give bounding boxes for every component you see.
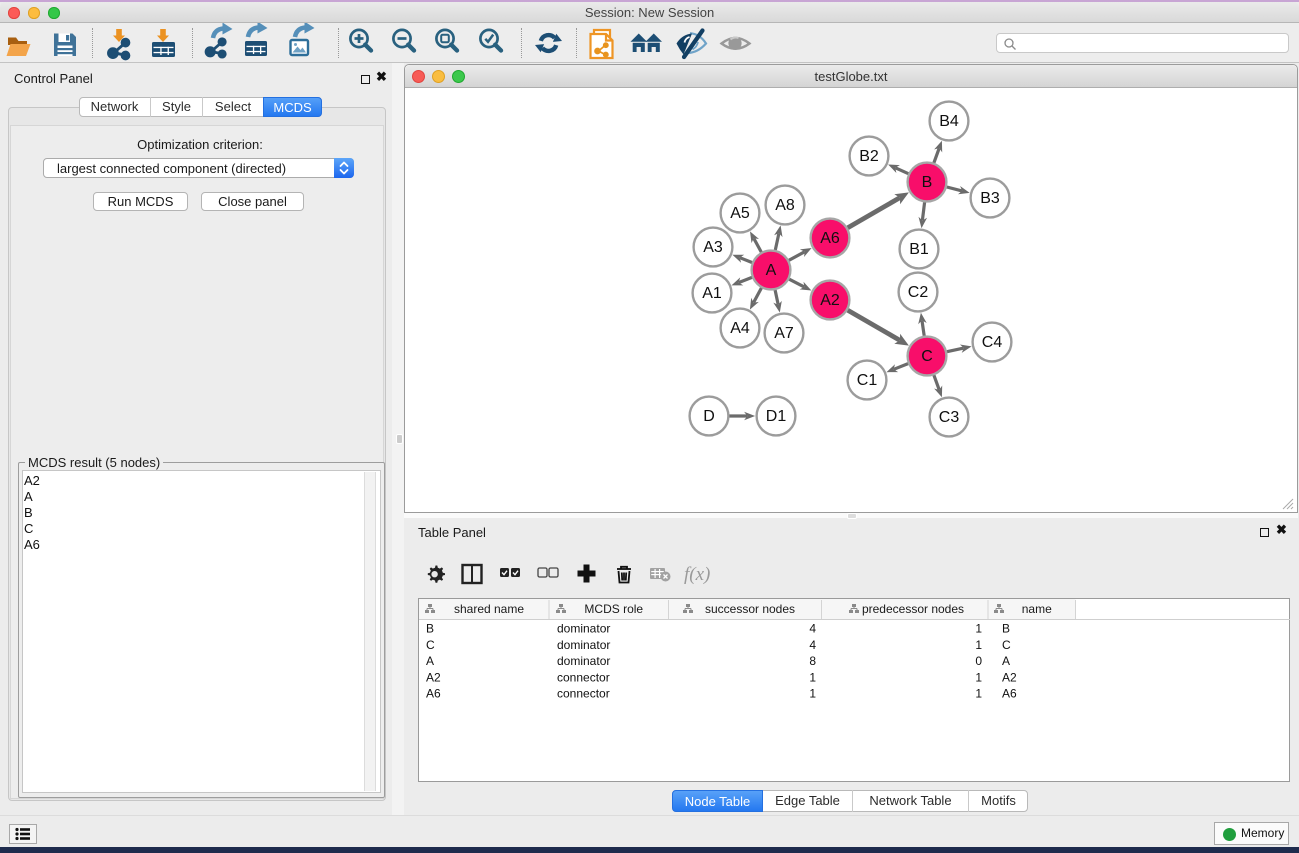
svg-text:1: 1 <box>975 670 982 684</box>
svg-text:predecessor nodes: predecessor nodes <box>862 602 964 616</box>
svg-text:A: A <box>766 262 777 279</box>
svg-text:4: 4 <box>809 638 816 652</box>
svg-text:B: B <box>922 174 933 191</box>
svg-text:4: 4 <box>809 622 816 636</box>
svg-text:B3: B3 <box>980 190 1000 207</box>
svg-text:A1: A1 <box>702 285 722 302</box>
svg-text:A6: A6 <box>820 230 840 247</box>
svg-text:successor nodes: successor nodes <box>705 602 795 616</box>
svg-text:1: 1 <box>809 670 816 684</box>
svg-text:connector: connector <box>557 670 610 684</box>
svg-text:1: 1 <box>975 638 982 652</box>
svg-text:C: C <box>921 348 933 365</box>
svg-text:B: B <box>1002 622 1010 636</box>
svg-text:connector: connector <box>557 687 610 701</box>
svg-text:A4: A4 <box>730 320 750 337</box>
svg-text:1: 1 <box>809 687 816 701</box>
svg-text:A3: A3 <box>703 239 723 256</box>
svg-text:C2: C2 <box>908 284 929 301</box>
svg-text:1: 1 <box>975 622 982 636</box>
svg-text:A2: A2 <box>820 292 840 309</box>
svg-text:A: A <box>1002 654 1010 668</box>
svg-text:dominator: dominator <box>557 622 610 636</box>
svg-text:A5: A5 <box>730 205 750 222</box>
svg-text:C3: C3 <box>939 409 960 426</box>
svg-text:D1: D1 <box>766 408 787 425</box>
svg-text:B2: B2 <box>859 148 879 165</box>
svg-text:A2: A2 <box>426 670 441 684</box>
svg-text:1: 1 <box>975 687 982 701</box>
svg-text:A7: A7 <box>774 325 794 342</box>
svg-text:0: 0 <box>975 654 982 668</box>
svg-text:dominator: dominator <box>557 654 610 668</box>
svg-text:MCDS role: MCDS role <box>584 602 643 616</box>
svg-text:shared name: shared name <box>454 602 524 616</box>
svg-text:A2: A2 <box>1002 670 1017 684</box>
svg-text:C4: C4 <box>982 334 1003 351</box>
svg-text:B1: B1 <box>909 241 929 258</box>
svg-text:C: C <box>1002 638 1011 652</box>
svg-text:C: C <box>426 638 435 652</box>
svg-text:A8: A8 <box>775 197 795 214</box>
svg-text:B4: B4 <box>939 113 959 130</box>
svg-text:A: A <box>426 654 434 668</box>
svg-text:name: name <box>1022 602 1052 616</box>
svg-text:f(x): f(x) <box>684 564 710 585</box>
svg-text:D: D <box>703 408 715 425</box>
svg-text:8: 8 <box>809 654 816 668</box>
svg-text:C1: C1 <box>857 372 878 389</box>
svg-text:A6: A6 <box>1002 687 1017 701</box>
svg-text:B: B <box>426 622 434 636</box>
svg-text:A6: A6 <box>426 687 441 701</box>
svg-text:dominator: dominator <box>557 638 610 652</box>
